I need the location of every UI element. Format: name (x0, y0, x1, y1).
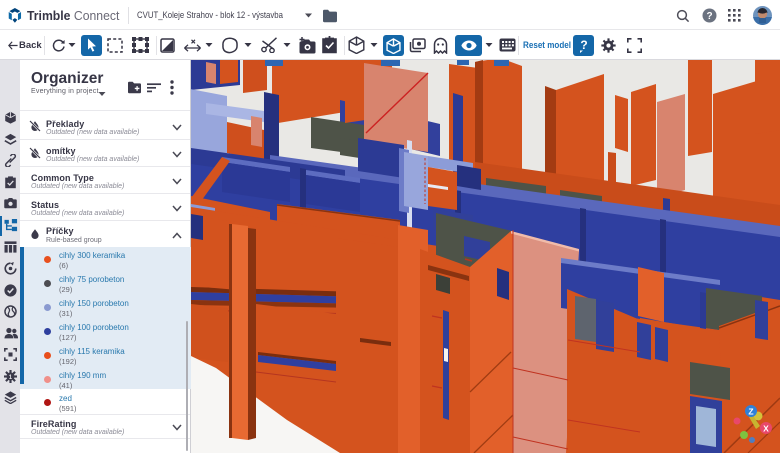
svg-text:1: 1 (9, 374, 13, 381)
svg-text:Z: Z (748, 407, 753, 417)
svg-text:X: X (763, 424, 769, 434)
svg-text:?: ? (580, 38, 587, 52)
svg-text:?: ? (706, 11, 712, 22)
